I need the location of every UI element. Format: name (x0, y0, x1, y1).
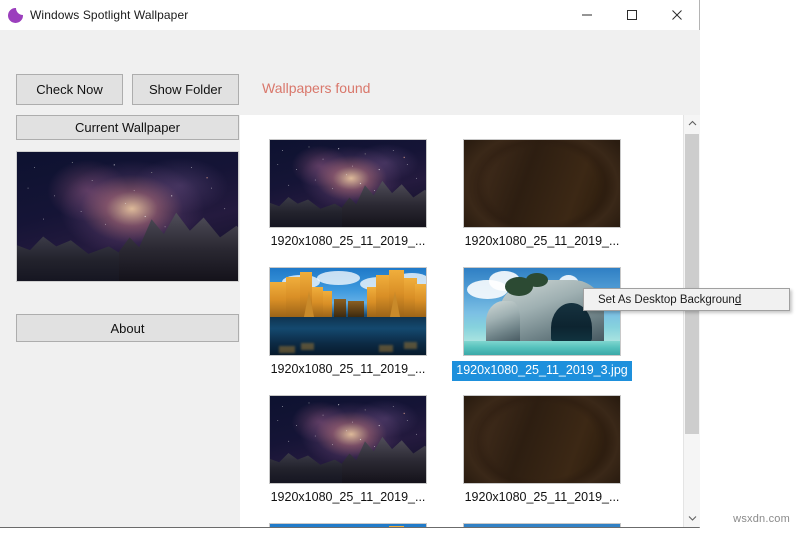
wallpaper-tile[interactable]: 1920x1080_25_11_2019_3.jpg (452, 267, 632, 381)
wallpaper-thumbnail[interactable] (463, 139, 621, 228)
wallpaper-thumbnail[interactable] (463, 267, 621, 356)
wallpaper-filename-label[interactable]: 1920x1080_25_11_2019_... (452, 233, 632, 250)
wallpaper-filename-label[interactable]: 1920x1080_25_11_2019_... (258, 361, 438, 378)
site-watermark: wsxdn.com (733, 513, 790, 525)
wallpaper-tile[interactable]: 1920x1080_25_11_2019_... (452, 139, 632, 250)
wallpaper-art-cave-sunset (464, 140, 620, 227)
wallpaper-tile[interactable]: 1920x1080_25_11_2019_... (452, 395, 632, 506)
status-label: Wallpapers found (262, 80, 371, 96)
current-wallpaper-button[interactable]: Current Wallpaper (16, 115, 239, 140)
wallpaper-art-canal-town (270, 524, 426, 527)
scroll-down-icon[interactable] (684, 510, 700, 527)
wallpaper-grid-inner: 1920x1080_25_11_2019_... 1920x1080_25_11_… (240, 115, 681, 527)
wallpaper-thumbnail[interactable] (269, 523, 427, 527)
title-bar: Windows Spotlight Wallpaper (0, 0, 699, 30)
vertical-scrollbar[interactable] (683, 115, 700, 527)
wallpaper-filename-label[interactable]: 1920x1080_25_11_2019_... (258, 489, 438, 506)
wallpaper-tile[interactable] (452, 523, 632, 527)
wallpaper-art-canal-town (270, 268, 426, 355)
wallpaper-art-coastal-arch (464, 268, 620, 355)
wallpaper-tile[interactable]: 1920x1080_25_11_2019_... (258, 267, 438, 378)
wallpaper-tile[interactable] (258, 523, 438, 527)
wallpaper-art-coastal-arch (464, 524, 620, 527)
window-title: Windows Spotlight Wallpaper (30, 8, 189, 22)
context-menu[interactable]: Set As Desktop Background (583, 288, 790, 311)
wallpaper-thumbnail[interactable] (269, 139, 427, 228)
wallpaper-tile[interactable]: 1920x1080_25_11_2019_... (258, 395, 438, 506)
wallpaper-thumbnail[interactable] (463, 395, 621, 484)
wallpaper-art-milky-way (270, 140, 426, 227)
maximize-icon[interactable] (609, 0, 654, 30)
wallpaper-filename-label[interactable]: 1920x1080_25_11_2019_3.jpg (452, 361, 632, 381)
minimize-icon[interactable] (564, 0, 609, 30)
wallpaper-art-cave-sunset (464, 396, 620, 483)
context-menu-item-accelerator: d (734, 293, 742, 306)
wallpaper-filename-label[interactable]: 1920x1080_25_11_2019_... (258, 233, 438, 250)
scrollbar-track[interactable] (684, 132, 700, 510)
current-wallpaper-preview[interactable] (16, 151, 239, 282)
app-window: Windows Spotlight Wallpaper Check Now Sh… (0, 0, 700, 528)
context-menu-item-set-as-desktop-background[interactable]: Set As Desktop Background (584, 294, 741, 306)
close-icon[interactable] (654, 0, 699, 30)
wallpaper-thumbnail[interactable] (463, 523, 621, 527)
screenshot-root: Windows Spotlight Wallpaper Check Now Sh… (0, 0, 800, 533)
wallpaper-thumbnail[interactable] (269, 395, 427, 484)
scrollbar-thumb[interactable] (685, 134, 699, 434)
wallpaper-filename-label[interactable]: 1920x1080_25_11_2019_... (452, 489, 632, 506)
wallpaper-art-milky-way (270, 396, 426, 483)
show-folder-button[interactable]: Show Folder (132, 74, 239, 105)
wallpaper-thumbnail[interactable] (269, 267, 427, 356)
scroll-up-icon[interactable] (684, 115, 700, 132)
window-controls (564, 0, 699, 30)
wallpaper-list-panel: Wallpapers found 1920x1080_25_11_2019_..… (240, 30, 700, 527)
wallpaper-grid[interactable]: 1920x1080_25_11_2019_... 1920x1080_25_11_… (240, 115, 699, 527)
wallpaper-tile[interactable]: 1920x1080_25_11_2019_... (258, 139, 438, 250)
context-menu-item-label: Set As Desktop Backgroun (598, 293, 735, 306)
about-button[interactable]: About (16, 314, 239, 342)
check-now-button[interactable]: Check Now (16, 74, 123, 105)
app-logo-icon (8, 7, 23, 23)
sidebar: Check Now Show Folder Current Wallpaper … (0, 30, 240, 527)
